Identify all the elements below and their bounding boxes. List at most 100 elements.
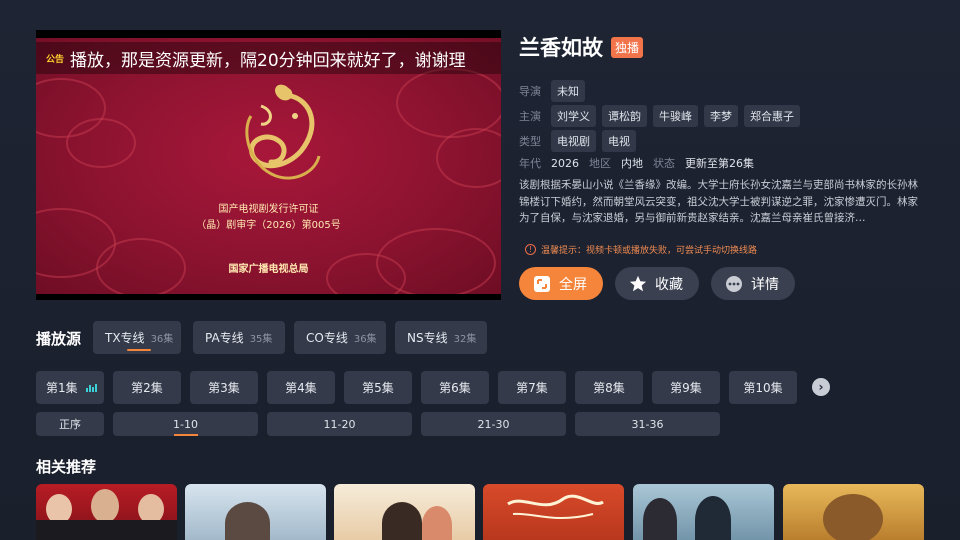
more-icon: [725, 275, 743, 293]
episode-label: 第2集: [131, 381, 163, 395]
cast-chip[interactable]: 牛骏峰: [653, 105, 698, 127]
source-tab[interactable]: NS专线 32集: [395, 321, 487, 354]
genre-row: 类型 电视剧 电视: [519, 130, 642, 152]
active-indicator: [173, 434, 198, 436]
sort-order-button[interactable]: 正序: [36, 412, 104, 436]
exclusive-badge: 独播: [611, 36, 644, 58]
detail-button[interactable]: 详情: [711, 267, 795, 300]
source-section-title: 播放源: [36, 330, 82, 348]
source-count: 36集: [353, 334, 377, 345]
range-tab[interactable]: 31-36: [575, 412, 720, 436]
active-indicator: [127, 349, 151, 351]
range-label: 21-30: [477, 417, 510, 431]
source-name: PA专线: [205, 331, 244, 345]
title-row: 兰香如故 独播: [519, 32, 644, 62]
status-label: 状态: [653, 157, 675, 170]
source-name: TX专线: [105, 331, 145, 345]
cast-chip[interactable]: 李梦: [704, 105, 738, 127]
poster-figure: [382, 502, 422, 540]
video-player[interactable]: 国产电视剧发行许可证 （晶）剧审字（2026）第005号 国家广播电视总局 公告…: [36, 30, 501, 300]
episode-button[interactable]: 第8集: [575, 371, 643, 404]
poster-figure: [225, 502, 270, 540]
recommend-section-title: 相关推荐: [36, 458, 97, 476]
favorite-button[interactable]: 收藏: [615, 267, 699, 300]
favorite-label: 收藏: [655, 276, 683, 293]
poster-figure: [695, 496, 731, 540]
recommend-card[interactable]: [334, 484, 475, 540]
source-name: NS专线: [407, 331, 448, 345]
source-name: CO专线: [306, 331, 348, 345]
cloud-decoration: [66, 118, 136, 168]
source-tab[interactable]: PA专线 35集: [193, 321, 285, 354]
range-label: 31-36: [631, 417, 664, 431]
source-count: 35集: [249, 334, 273, 345]
region-value: 内地: [621, 157, 643, 170]
episode-button[interactable]: 第7集: [498, 371, 566, 404]
range-label: 1-10: [173, 417, 198, 431]
genre-chip[interactable]: 电视剧: [551, 130, 596, 152]
recommend-card[interactable]: [483, 484, 624, 540]
chevron-right-icon[interactable]: ›: [812, 378, 830, 396]
playing-icon: [85, 383, 98, 392]
poster-figure: [36, 520, 177, 540]
announcement-bar: 公告 播放，那是资源更新，隔20分钟回来就好了，谢谢理: [36, 42, 501, 74]
episode-button[interactable]: 第1集: [36, 371, 104, 404]
video-frame: 国产电视剧发行许可证 （晶）剧审字（2026）第005号 国家广播电视总局: [36, 38, 501, 294]
cast-chip[interactable]: 谭松韵: [602, 105, 647, 127]
cast-row: 主演 刘学义 谭松韵 牛骏峰 李梦 郑合惠子: [519, 105, 806, 127]
recommend-card[interactable]: [36, 484, 177, 540]
genre-chip[interactable]: 电视: [602, 130, 636, 152]
cloud-decoration: [436, 128, 501, 188]
genre-label: 类型: [519, 135, 541, 148]
range-tab[interactable]: 11-20: [267, 412, 412, 436]
recommend-card[interactable]: [185, 484, 326, 540]
source-count: 36集: [150, 334, 174, 345]
show-title: 兰香如故: [519, 36, 603, 60]
episode-label: 第10集: [743, 381, 783, 395]
cast-chip[interactable]: 刘学义: [551, 105, 596, 127]
episode-label: 第1集: [46, 381, 78, 395]
warning-icon: !: [525, 244, 536, 255]
star-icon: [629, 275, 647, 293]
status-value: 更新至第26集: [685, 157, 754, 170]
episode-button[interactable]: 第5集: [344, 371, 412, 404]
director-label: 导演: [519, 85, 541, 98]
episode-button[interactable]: 第4集: [267, 371, 335, 404]
poster-figure: [823, 494, 883, 540]
license-text: 国产电视剧发行许可证: [218, 204, 319, 215]
cast-label: 主演: [519, 110, 541, 123]
poster-figure: [91, 489, 119, 523]
episode-label: 第3集: [208, 381, 240, 395]
range-tab[interactable]: 21-30: [421, 412, 566, 436]
episode-label: 第6集: [439, 381, 471, 395]
announcement-tag: 公告: [46, 54, 65, 65]
director-chip[interactable]: 未知: [551, 80, 585, 102]
license-number: （晶）剧审字（2026）第005号: [196, 220, 341, 231]
details-row: 年代 2026 地区 内地 状态 更新至第26集: [519, 155, 764, 171]
poster-logo: [191, 492, 213, 510]
tip-text: 温馨提示：视频卡顿或播放失败，可尝试手动切换线路: [541, 246, 758, 256]
range-tab[interactable]: 1-10: [113, 412, 258, 436]
recommend-card[interactable]: [633, 484, 774, 540]
episode-label: 第8集: [593, 381, 625, 395]
range-label: 11-20: [323, 417, 356, 431]
episode-label: 第9集: [670, 381, 702, 395]
fullscreen-button[interactable]: 全屏: [519, 267, 603, 300]
cast-chip[interactable]: 郑合惠子: [744, 105, 800, 127]
episode-button[interactable]: 第9集: [652, 371, 720, 404]
cloud-decoration: [396, 68, 501, 138]
poster-logo: [507, 494, 604, 520]
emblem-logo: [245, 84, 321, 180]
year-label: 年代: [519, 157, 541, 170]
source-tab[interactable]: CO专线 36集: [294, 321, 386, 354]
year-value: 2026: [551, 156, 579, 170]
episode-button[interactable]: 第10集: [729, 371, 797, 404]
detail-label: 详情: [751, 276, 779, 293]
poster-figure: [643, 498, 677, 540]
episode-label: 第4集: [285, 381, 317, 395]
recommend-card[interactable]: [783, 484, 924, 540]
episode-button[interactable]: 第2集: [113, 371, 181, 404]
source-tab[interactable]: TX专线 36集: [93, 321, 181, 354]
episode-button[interactable]: 第6集: [421, 371, 489, 404]
episode-button[interactable]: 第3集: [190, 371, 258, 404]
